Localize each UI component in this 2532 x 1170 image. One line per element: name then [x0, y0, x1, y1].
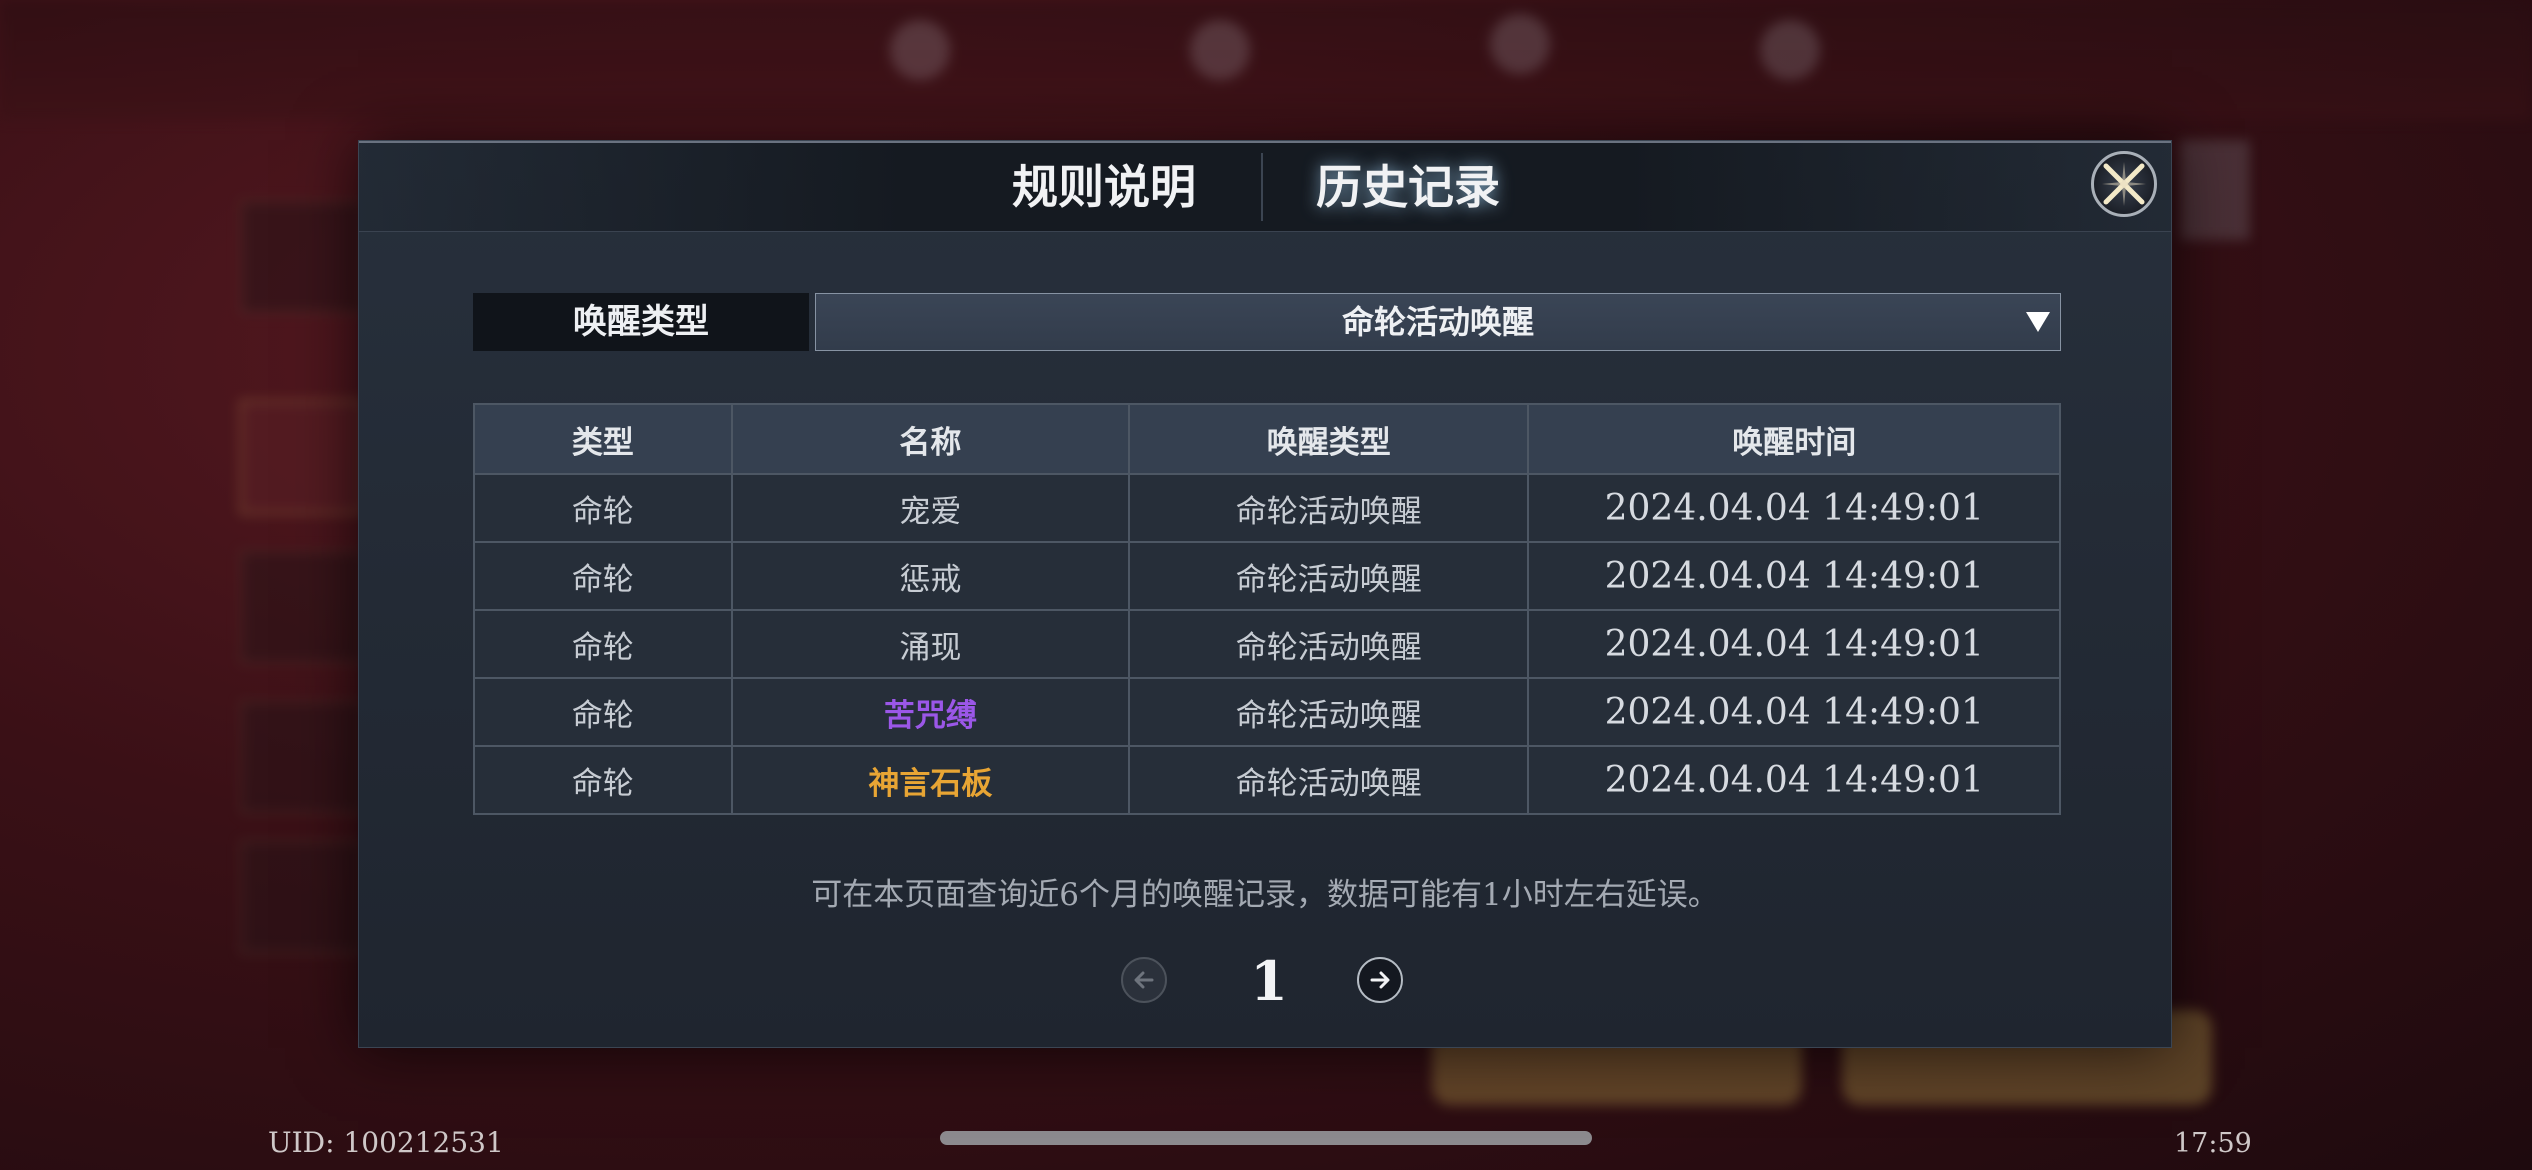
tab-rules[interactable]: 规则说明	[959, 157, 1249, 217]
cell-wake-type: 命轮活动唤醒	[1128, 677, 1530, 747]
cell-name: 苦咒缚	[730, 677, 1131, 747]
history-dialog: 规则说明 历史记录 唤醒类型 命轮活动唤醒 类型 名称 唤醒类型 唤醒时间 命轮…	[358, 140, 2172, 1048]
background-card	[2180, 140, 2250, 240]
background-side-item	[240, 550, 364, 664]
cell-name: 涌现	[730, 609, 1131, 679]
wake-type-selected: 命轮活动唤醒	[1341, 303, 1534, 341]
cell-type: 命轮	[473, 609, 733, 679]
background-icon	[1760, 20, 1820, 80]
column-header-name: 名称	[730, 403, 1131, 475]
table-row: 命轮 宠爱 命轮活动唤醒 2024.04.04 14:49:01	[473, 473, 2061, 543]
background-icon	[1490, 14, 1550, 74]
table-row: 命轮 惩戒 命轮活动唤醒 2024.04.04 14:49:01	[473, 541, 2061, 611]
cell-wake-type: 命轮活动唤醒	[1128, 473, 1530, 543]
cell-wake-type: 命轮活动唤醒	[1128, 745, 1530, 815]
query-notice: 可在本页面查询近6个月的唤醒记录，数据可能有1小时左右延误。	[811, 877, 1719, 913]
background-icon	[1190, 20, 1250, 80]
cell-type: 命轮	[473, 745, 733, 815]
cell-name: 惩戒	[730, 541, 1131, 611]
tab-history[interactable]: 历史记录	[1263, 157, 1553, 217]
cell-time: 2024.04.04 14:49:01	[1527, 677, 2061, 747]
column-header-type: 类型	[473, 403, 733, 475]
cell-name: 宠爱	[730, 473, 1131, 543]
cell-wake-type: 命轮活动唤醒	[1128, 541, 1530, 611]
current-page-number: 1	[1250, 949, 1288, 1013]
uid-label: UID: 100212531	[268, 1126, 504, 1159]
arrow-right-icon	[1370, 971, 1390, 989]
background-side-item	[240, 400, 364, 514]
cell-type: 命轮	[473, 541, 733, 611]
cell-name: 神言石板	[730, 745, 1131, 815]
cell-type: 命轮	[473, 473, 733, 543]
close-button[interactable]	[2091, 151, 2157, 217]
column-header-wake-time: 唤醒时间	[1527, 403, 2061, 475]
tab-bar: 规则说明 历史记录	[359, 141, 2171, 232]
cell-time: 2024.04.04 14:49:01	[1527, 473, 2061, 543]
cell-time: 2024.04.04 14:49:01	[1527, 745, 2061, 815]
home-indicator[interactable]	[940, 1131, 1592, 1145]
table-header-row: 类型 名称 唤醒类型 唤醒时间	[473, 403, 2061, 475]
clock: 17:59	[2174, 1128, 2252, 1159]
cell-wake-type: 命轮活动唤醒	[1128, 609, 1530, 679]
cell-time: 2024.04.04 14:49:01	[1527, 609, 2061, 679]
wake-type-filter-label: 唤醒类型	[473, 293, 809, 351]
caret-down-icon	[2026, 312, 2050, 332]
wake-type-dropdown[interactable]: 命轮活动唤醒	[815, 293, 2061, 351]
previous-page-button[interactable]	[1121, 957, 1167, 1003]
column-header-wake-type: 唤醒类型	[1128, 403, 1530, 475]
cell-type: 命轮	[473, 677, 733, 747]
background-side-item	[240, 700, 364, 814]
history-table: 类型 名称 唤醒类型 唤醒时间 命轮 宠爱 命轮活动唤醒 2024.04.04 …	[473, 403, 2061, 815]
close-x-icon	[2102, 162, 2146, 206]
arrow-left-icon	[1134, 971, 1154, 989]
table-row: 命轮 涌现 命轮活动唤醒 2024.04.04 14:49:01	[473, 609, 2061, 679]
background-icon	[890, 20, 950, 80]
background-side-item	[240, 840, 364, 954]
table-row: 命轮 苦咒缚 命轮活动唤醒 2024.04.04 14:49:01	[473, 677, 2061, 747]
background-side-item	[240, 200, 364, 314]
table-row: 命轮 神言石板 命轮活动唤醒 2024.04.04 14:49:01	[473, 745, 2061, 815]
cell-time: 2024.04.04 14:49:01	[1527, 541, 2061, 611]
next-page-button[interactable]	[1357, 957, 1403, 1003]
background-top-bar	[0, 0, 2532, 120]
